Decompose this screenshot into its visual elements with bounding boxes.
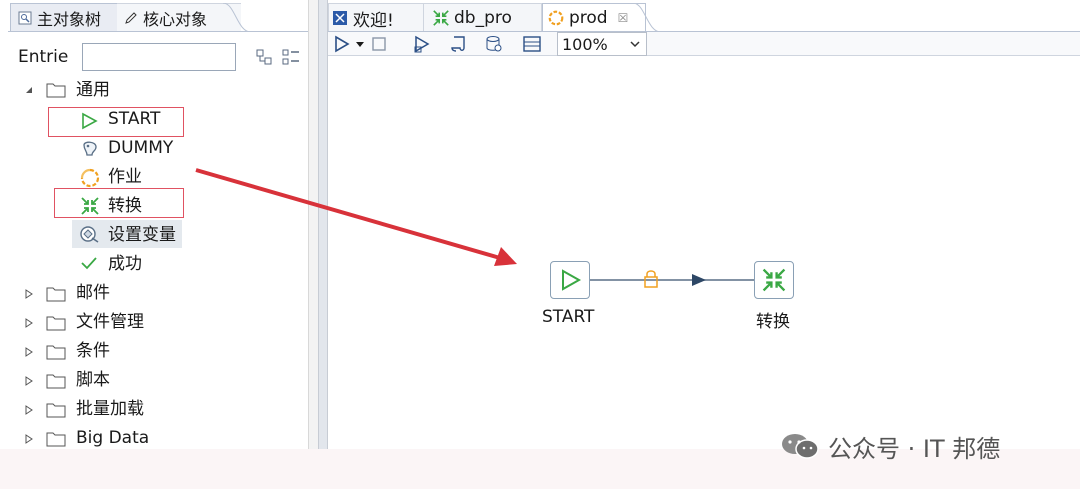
wechat-logo-icon: [782, 434, 819, 459]
watermark: 公众号 · IT 邦德: [780, 428, 1000, 464]
watermark-text: 公众号 · IT 邦德: [828, 434, 1001, 463]
annotation-arrow: [195, 168, 517, 266]
